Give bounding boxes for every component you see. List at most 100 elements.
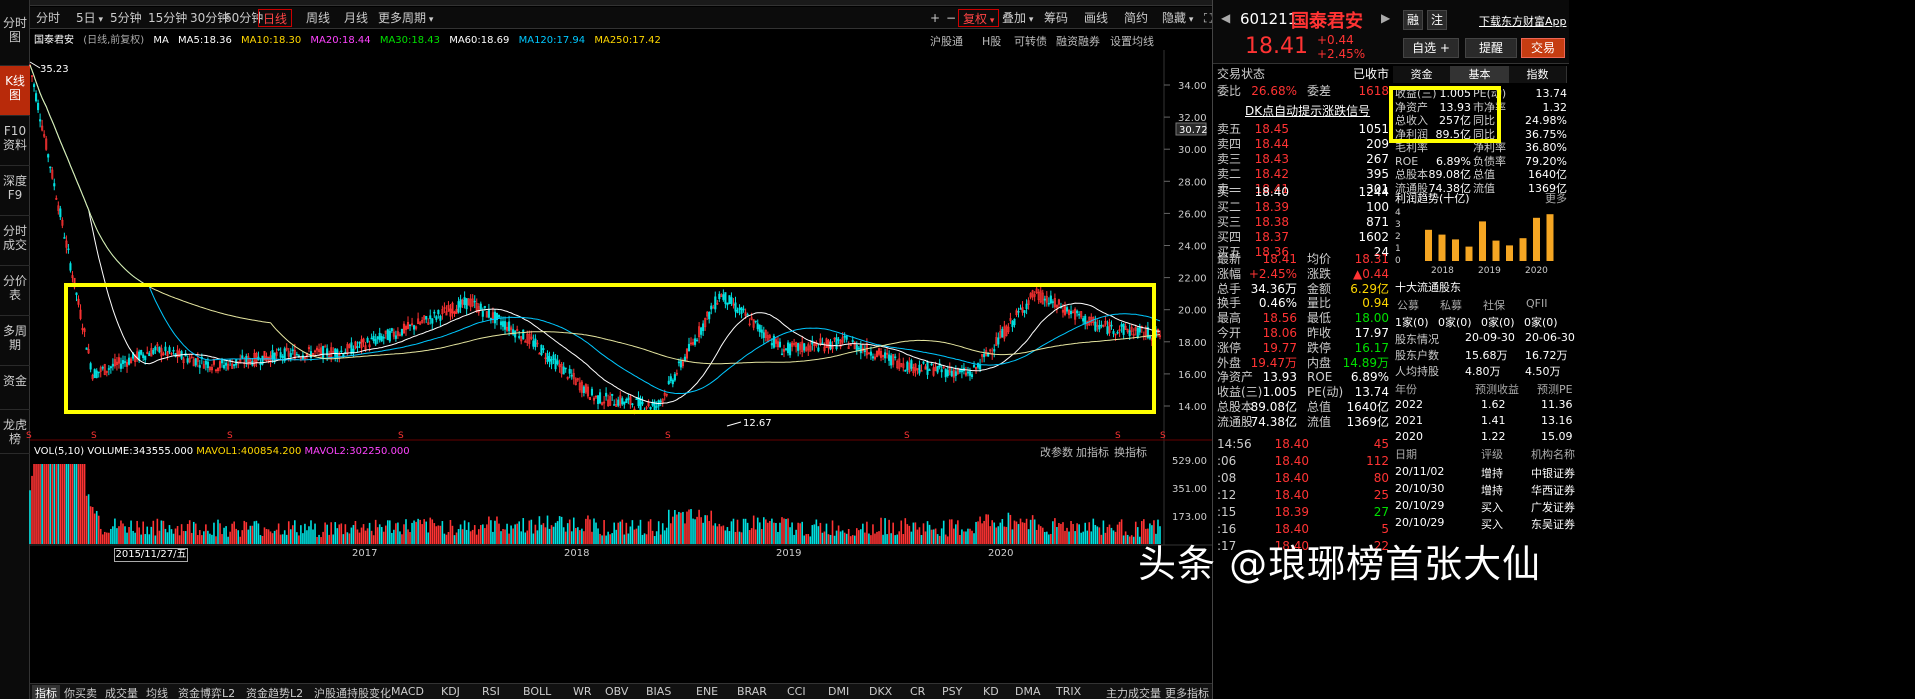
volume-bar (291, 525, 294, 544)
indicator-tab-6[interactable]: 沪股通持股变化 (314, 685, 391, 699)
buy-2-price: 18.38 (1254, 215, 1289, 229)
volume-bar (706, 515, 708, 544)
indicator-tab-1[interactable]: 你买卖 (64, 685, 97, 699)
sell-2-volume: 267 (1366, 152, 1389, 166)
indicator-tab-10[interactable]: BOLL (523, 685, 551, 698)
indicator-tab-3[interactable]: 均线 (146, 685, 168, 699)
change-params-button[interactable]: 改参数 (1040, 444, 1073, 460)
fund-tab-2[interactable]: 指数 (1509, 66, 1567, 83)
stat-value2: 14.89万 (1342, 355, 1389, 370)
next-stock-icon[interactable]: ▶ (1381, 11, 1390, 25)
candle-body (241, 355, 244, 359)
candle-body (144, 355, 147, 361)
candle-body (168, 347, 171, 353)
volume-bar (114, 518, 116, 544)
alert-button[interactable]: 提醒 (1465, 38, 1517, 58)
volume-bar (760, 529, 763, 544)
candle-body (499, 321, 503, 326)
indicator-tab-15[interactable]: BRAR (737, 685, 767, 698)
download-app-link[interactable]: 下载东方财富App (1479, 13, 1567, 29)
add-watchlist-button[interactable]: 自选 + (1403, 38, 1459, 58)
candle-body (894, 356, 897, 359)
volume-bar (243, 520, 246, 544)
indicator-tab-4[interactable]: 资金博弈L2 (178, 685, 235, 699)
indicator-tab-21[interactable]: KD (983, 685, 999, 698)
margin-badge[interactable]: 融 (1403, 10, 1423, 30)
dk-signal-link[interactable]: DK点自动提示涨跌信号 (1245, 104, 1370, 119)
volume-bar (1104, 532, 1107, 544)
ma120-line (29, 64, 1161, 395)
indicator-tab-14[interactable]: ENE (696, 685, 718, 698)
volume-bar (1054, 518, 1056, 544)
indicator-tab-2[interactable]: 成交量 (105, 685, 138, 699)
volume-bar (892, 522, 894, 544)
fund-tab-1[interactable]: 基本 (1451, 66, 1509, 83)
kline-chart[interactable]: 34.00 32.00 30.00 28.00 26.00 24.00 22.00 20.00… (0, 0, 1212, 699)
indicator-tab-18[interactable]: DKX (869, 685, 892, 698)
candle-body (582, 386, 585, 393)
switch-indicator-button[interactable]: 换指标 (1114, 444, 1147, 460)
add-indicator-button[interactable]: 加指标 (1076, 444, 1109, 460)
indicator-tab-22[interactable]: DMA (1015, 685, 1041, 698)
fund-label2: 流值 (1473, 181, 1495, 195)
volume-bar (777, 531, 779, 544)
stat-label2: 涨跌 (1307, 266, 1332, 281)
indicator-tab-25[interactable]: 更多指标 (1165, 685, 1209, 699)
indicator-tab-9[interactable]: RSI (482, 685, 500, 698)
candle-body (53, 183, 56, 187)
indicator-tab-23[interactable]: TRIX (1056, 685, 1081, 698)
prev-stock-icon[interactable]: ◀ (1221, 11, 1230, 25)
indicator-tab-13[interactable]: BIAS (646, 685, 671, 698)
indicator-tab-16[interactable]: CCI (787, 685, 806, 698)
tick-price: 18.40 (1274, 488, 1309, 502)
stat-label2: 跌停 (1307, 340, 1332, 355)
indicator-tab-20[interactable]: PSY (942, 685, 962, 698)
fund-row-5: ROE 6.89% 负债率 79.20% (1395, 155, 1567, 169)
forecast-cell: 15.09 (1541, 430, 1573, 443)
volume-bar (627, 533, 630, 544)
volume-bar (1050, 533, 1052, 544)
volume-bar (324, 522, 326, 544)
fund-label2: 负债率 (1473, 154, 1506, 168)
dk-signal-row[interactable]: DK点自动提示涨跌信号 (1217, 104, 1389, 119)
volume-bar (765, 519, 767, 544)
rating-head-0: 日期 (1395, 448, 1417, 461)
volume-bar (223, 527, 225, 544)
indicator-tab-24[interactable]: 主力成交量 (1106, 685, 1161, 699)
profit-more-link[interactable]: 更多 (1545, 190, 1567, 206)
indicator-tab-5[interactable]: 资金趋势L2 (246, 685, 303, 699)
profit-bar-3 (1465, 246, 1473, 261)
volume-bar (132, 530, 134, 544)
s-marker-0: S (26, 431, 32, 441)
volume-bar (144, 534, 147, 544)
indicator-tab-11[interactable]: WR (573, 685, 592, 698)
trade-button[interactable]: 交易 (1521, 38, 1565, 58)
indicator-tab-12[interactable]: OBV (605, 685, 628, 698)
indicator-tab-0[interactable]: 指标 (32, 685, 60, 699)
volume-bar (649, 519, 652, 544)
candle-body (857, 347, 860, 350)
profit-year-0: 2018 (1431, 266, 1454, 275)
volume-bar (916, 529, 919, 544)
sell-2-row: 卖三 18.43 267 (1217, 152, 1389, 167)
indicator-tab-8[interactable]: KDJ (441, 685, 460, 698)
volume-bar (241, 530, 244, 544)
volume-bar (219, 523, 221, 544)
indicator-tab-17[interactable]: DMI (828, 685, 849, 698)
candle-body (627, 397, 630, 401)
indicator-tab-19[interactable]: CR (910, 685, 925, 698)
note-badge[interactable]: 注 (1427, 10, 1447, 30)
volume-bar (835, 530, 838, 544)
indicator-tab-7[interactable]: MACD (391, 685, 424, 698)
volume-bar (504, 529, 506, 544)
volume-bar (83, 464, 86, 544)
profit-ytick-2: 2 (1395, 232, 1401, 242)
volume-bar (142, 521, 145, 544)
volume-bar (490, 520, 492, 544)
volume-bar (443, 533, 446, 544)
candle-body (983, 353, 986, 358)
volume-bar (655, 531, 658, 544)
volume-bar (75, 464, 78, 544)
fund-tab-0[interactable]: 资金 (1393, 66, 1451, 83)
stat-label2: 金额 (1307, 281, 1332, 296)
